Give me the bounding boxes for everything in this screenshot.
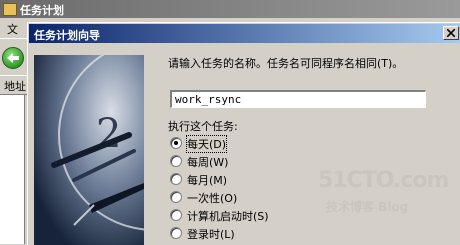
- option-label: 每月(M): [187, 174, 228, 187]
- address-bar: 地址: [0, 75, 28, 95]
- dialog-title: 任务计划向导: [34, 29, 100, 42]
- task-name-input[interactable]: work_rsync: [170, 90, 426, 108]
- watermark: 51CTO.com 技术博客 Blog: [318, 168, 449, 214]
- radio-button[interactable]: [170, 227, 182, 239]
- radio-button[interactable]: [170, 137, 182, 149]
- svg-text:2: 2: [96, 111, 121, 157]
- option-label: 每天(D): [185, 135, 228, 153]
- option-label: 一次性(O): [187, 192, 238, 205]
- watermark-site: 51CTO.com: [318, 168, 449, 193]
- task-name-instruction: 请输入任务的名称。任务名可同程序名相同(T)。: [168, 57, 404, 70]
- back-arrow-icon: [7, 53, 19, 63]
- menu-item-file[interactable]: 文: [7, 21, 18, 37]
- close-icon: [447, 29, 455, 37]
- address-label: 地址: [4, 80, 26, 93]
- dialog-titlebar: 任务计划向导: [29, 24, 460, 43]
- task-list-pane: [0, 95, 25, 244]
- option-label: 计算机启动时(S): [187, 210, 269, 223]
- radio-button[interactable]: [170, 173, 182, 185]
- scheduled-tasks-icon: [3, 3, 17, 16]
- back-button[interactable]: [2, 47, 24, 69]
- toolbar: [0, 39, 28, 75]
- option-label: 登录时(L): [187, 228, 235, 241]
- app-titlebar: 任务计划: [0, 0, 460, 18]
- radio-button[interactable]: [170, 155, 182, 167]
- close-button[interactable]: [443, 26, 459, 40]
- radio-button[interactable]: [170, 209, 182, 221]
- radio-button[interactable]: [170, 191, 182, 203]
- watermark-tagline: 技术博客 Blog: [326, 200, 409, 214]
- app-title: 任务计划: [20, 4, 64, 17]
- option-label: 每周(W): [187, 156, 229, 169]
- perform-task-label: 执行这个任务:: [168, 120, 238, 133]
- wizard-clock-image: 2: [34, 55, 144, 245]
